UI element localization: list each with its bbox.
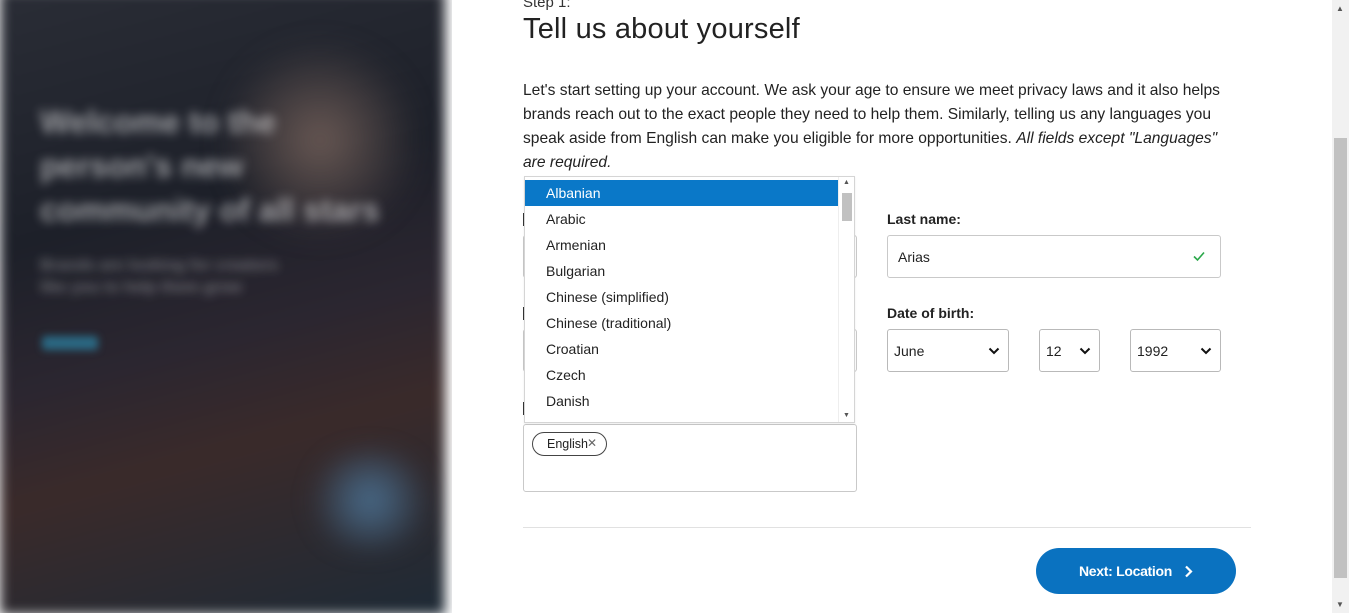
hero-image-panel: Welcome to the person's new community of… [0,0,452,613]
page-scroll-thumb[interactable] [1334,138,1347,578]
page-title: Tell us about yourself [523,13,800,45]
dob-month-select[interactable]: June [887,329,1009,372]
language-option[interactable]: Arabic [525,206,839,232]
valid-check-icon [1193,251,1205,262]
language-option[interactable]: Chinese (traditional) [525,310,839,336]
page-scroll-up-icon[interactable]: ▲ [1336,4,1344,13]
divider [523,527,1251,528]
dropdown-scrollbar[interactable]: ▲ ▼ [838,177,854,422]
hero-heading: Welcome to the person's new community of… [40,104,380,228]
last-name-label: Last name: [887,211,961,227]
remove-chip-icon[interactable]: ✕ [587,436,597,450]
page-scroll-down-icon[interactable]: ▼ [1336,600,1344,609]
scroll-up-icon[interactable]: ▲ [843,179,850,186]
last-name-value: Arias [898,248,930,265]
last-name-input[interactable]: Arias [887,235,1221,278]
hero-link [42,336,98,350]
chevron-down-icon [1079,347,1091,354]
dob-year-select[interactable]: 1992 [1130,329,1221,372]
language-option[interactable]: Chinese (simplified) [525,284,839,310]
language-option[interactable]: Danish [525,388,839,414]
dob-day-value: 12 [1046,342,1062,359]
hero-text: Brands are looking for creators like you… [40,257,279,296]
language-options: Albanian Arabic Armenian Bulgarian Chinese (… [525,180,839,422]
step-label: Step 1: [523,0,571,11]
chevron-down-icon [988,347,1000,354]
language-chip-english[interactable]: English ✕ [532,432,607,456]
chevron-down-icon [1200,347,1212,354]
scroll-down-icon[interactable]: ▼ [843,412,850,419]
dob-month-value: June [894,342,925,359]
chevron-right-icon [1185,565,1193,577]
dob-year-value: 1992 [1137,342,1169,359]
intro-text: Let's start setting up your account. We … [523,82,1220,171]
dob-day-select[interactable]: 12 [1039,329,1100,372]
dropdown-scroll-thumb[interactable] [842,193,852,221]
language-option[interactable]: Croatian [525,336,839,362]
next-location-button[interactable]: Next: Location [1036,548,1236,594]
language-option[interactable]: Bulgarian [525,258,839,284]
languages-multiselect[interactable]: English ✕ [523,424,857,492]
language-option[interactable]: Czech [525,362,839,388]
dob-label: Date of birth: [887,305,975,321]
language-option[interactable]: Dutch (Flemish) [525,414,839,422]
language-option[interactable]: Albanian [525,180,839,206]
languages-dropdown-list[interactable]: Albanian Arabic Armenian Bulgarian Chinese (… [524,176,855,423]
language-option[interactable]: Armenian [525,232,839,258]
page-scrollbar[interactable]: ▲ ▼ [1332,0,1349,613]
